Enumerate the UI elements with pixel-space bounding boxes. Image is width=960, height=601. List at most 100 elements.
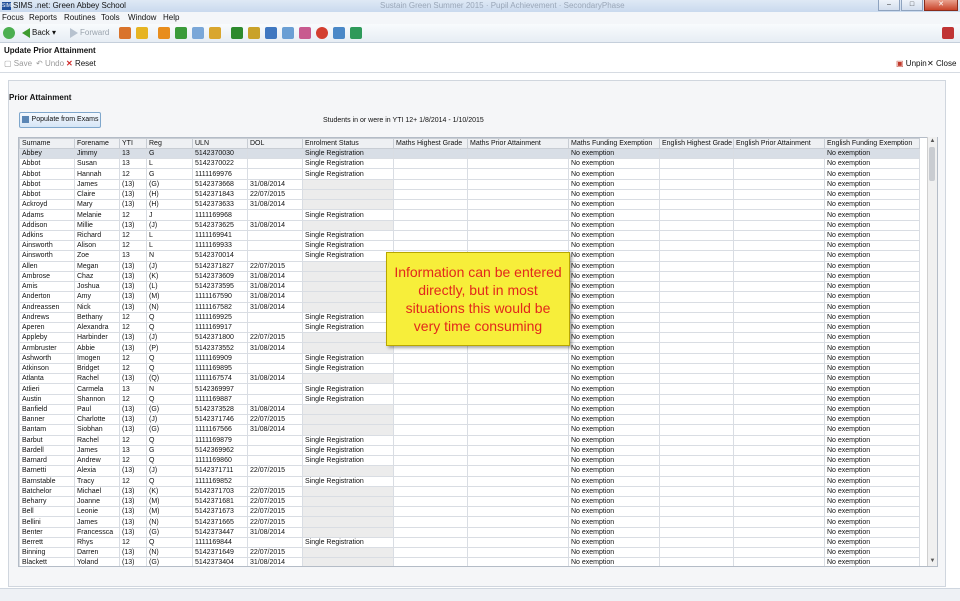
alert-icon[interactable]: [316, 27, 328, 39]
table-cell[interactable]: [659, 158, 734, 170]
table-cell[interactable]: [733, 526, 825, 538]
table-cell[interactable]: [659, 178, 734, 190]
menu-help[interactable]: Help: [163, 12, 179, 24]
table-cell[interactable]: [467, 188, 569, 201]
table-cell[interactable]: [733, 229, 825, 242]
refresh-icon[interactable]: [3, 27, 15, 39]
table-row[interactable]: Atkinson Bridget 12 Q 1111169895 Single Regis…: [19, 362, 920, 375]
table-cell[interactable]: [733, 434, 825, 446]
table-cell[interactable]: [659, 444, 734, 457]
table-row[interactable]: Addison Millie (13) (J) 5142373625 31/08/2014…: [19, 219, 920, 231]
table-cell[interactable]: [467, 455, 569, 467]
table-cell[interactable]: [733, 178, 825, 190]
undo-button[interactable]: ↶ Undo: [36, 58, 64, 69]
document-icon[interactable]: [265, 27, 277, 39]
table-row[interactable]: Binning Darren (13) (N) 5142371649 22/07/2015…: [19, 547, 920, 559]
column-header[interactable]: Reg: [146, 138, 193, 149]
chart-icon[interactable]: [231, 27, 243, 39]
table-cell[interactable]: [393, 434, 468, 446]
table-cell[interactable]: [659, 342, 734, 354]
table-cell[interactable]: [393, 229, 468, 242]
table-cell[interactable]: [733, 168, 825, 180]
column-header[interactable]: Surname: [19, 138, 75, 149]
column-header[interactable]: Forename: [74, 138, 120, 149]
back-button[interactable]: Back ▾: [22, 27, 56, 39]
table-cell[interactable]: [467, 147, 569, 160]
table-cell[interactable]: [393, 536, 468, 549]
table-row[interactable]: Blackett Yoland (13) (G) 5142373404 31/08/201…: [19, 557, 920, 566]
table-cell[interactable]: [467, 434, 569, 446]
column-header[interactable]: DOL: [247, 138, 303, 149]
table-row[interactable]: Abbot Susan 13 L 5142370022 Single Registrati…: [19, 158, 920, 170]
table-cell[interactable]: [393, 424, 468, 436]
close-button[interactable]: ✕ Close: [927, 58, 956, 69]
vertical-scrollbar[interactable]: ▲ ▼: [927, 137, 937, 566]
scroll-up-icon[interactable]: ▲: [928, 137, 937, 146]
table-cell[interactable]: [467, 229, 569, 242]
table-row[interactable]: Barnetti Alexia (13) (J) 5142371711 22/07/201…: [19, 465, 920, 477]
table-cell[interactable]: [733, 403, 825, 416]
table-cell[interactable]: [659, 465, 734, 477]
table-cell[interactable]: [393, 188, 468, 201]
table-cell[interactable]: [659, 383, 734, 395]
table-row[interactable]: Banner Charlotte (13) (J) 5142371746 22/07/20…: [19, 414, 920, 426]
table-cell[interactable]: [467, 178, 569, 190]
table-row[interactable]: Bantam Siobhan (13) (G) 1111167566 31/08/2014…: [19, 424, 920, 436]
table-cell[interactable]: [733, 465, 825, 477]
table-cell[interactable]: [733, 260, 825, 272]
table-cell[interactable]: [733, 516, 825, 528]
table-cell[interactable]: [393, 240, 468, 252]
report-icon[interactable]: [192, 27, 204, 39]
scroll-down-icon[interactable]: ▼: [928, 557, 937, 566]
table-cell[interactable]: [467, 424, 569, 436]
close-window-button[interactable]: ✕: [924, 0, 958, 11]
table-cell[interactable]: [467, 475, 569, 487]
user-icon[interactable]: [333, 27, 345, 39]
table-cell[interactable]: [393, 403, 468, 416]
table-cell[interactable]: [467, 526, 569, 538]
table-cell[interactable]: [467, 495, 569, 508]
table-cell[interactable]: [659, 403, 734, 416]
table-cell[interactable]: [659, 475, 734, 487]
table-cell[interactable]: [733, 301, 825, 313]
table-cell[interactable]: [659, 393, 734, 405]
table-cell[interactable]: [659, 281, 734, 293]
reset-button[interactable]: ✕ Reset: [66, 58, 96, 69]
table-cell[interactable]: [393, 362, 468, 375]
table-cell[interactable]: [733, 209, 825, 221]
table-cell[interactable]: [393, 393, 468, 405]
flag-icon[interactable]: [175, 27, 187, 39]
table-row[interactable]: Abbey Jimmy 13 G 5142370030 Single Registrati…: [19, 147, 920, 160]
table-cell[interactable]: [733, 291, 825, 303]
table-cell[interactable]: [467, 373, 569, 385]
table-cell[interactable]: [733, 557, 825, 566]
table-cell[interactable]: [659, 516, 734, 528]
column-header[interactable]: English Highest Grade: [659, 138, 734, 149]
table-row[interactable]: Ashworth Imogen 12 Q 1111169909 Single Regist…: [19, 352, 920, 364]
table-cell[interactable]: [733, 485, 825, 497]
table-cell[interactable]: [393, 557, 468, 566]
table-cell[interactable]: [659, 301, 734, 313]
unpin-button[interactable]: ▣ Unpin: [896, 58, 927, 69]
table-cell[interactable]: [659, 219, 734, 231]
populate-from-exams-button[interactable]: Populate from Exams: [19, 112, 101, 128]
table-cell[interactable]: [659, 373, 734, 385]
forward-button[interactable]: Forward: [70, 27, 109, 39]
table-cell[interactable]: [659, 547, 734, 559]
table-cell[interactable]: [659, 557, 734, 566]
table-cell[interactable]: [393, 219, 468, 231]
table-cell[interactable]: [733, 342, 825, 354]
column-header[interactable]: English Prior Attainment: [733, 138, 825, 149]
table-cell[interactable]: [733, 362, 825, 375]
table-row[interactable]: Adkins Richard 12 L 1111169941 Single Registr…: [19, 229, 920, 242]
table-cell[interactable]: [659, 229, 734, 242]
table-cell[interactable]: [393, 455, 468, 467]
table-cell[interactable]: [467, 547, 569, 559]
column-header[interactable]: Enrolment Status: [302, 138, 394, 149]
book-icon[interactable]: [158, 27, 170, 39]
table-cell[interactable]: [659, 506, 734, 518]
table-cell[interactable]: [733, 199, 825, 211]
person-search-icon[interactable]: [136, 27, 148, 39]
table-cell[interactable]: [659, 526, 734, 538]
table-cell[interactable]: [467, 209, 569, 221]
